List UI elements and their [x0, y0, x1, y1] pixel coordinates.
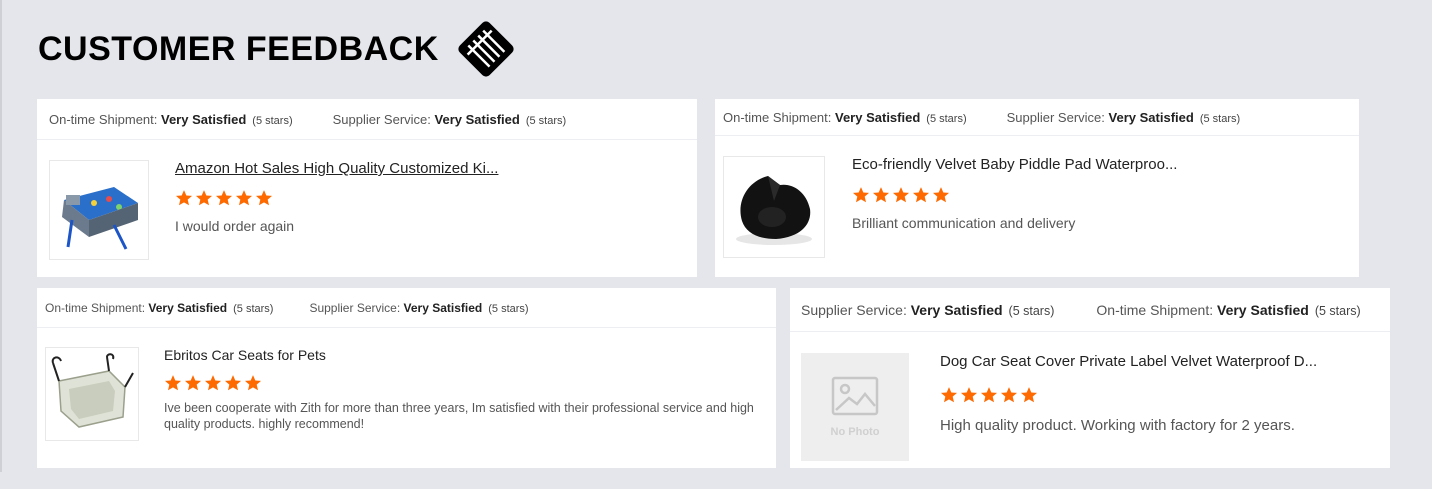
- shipment-metric: On-time Shipment: Very Satisfied (5 stars…: [45, 301, 273, 315]
- star-icon: [195, 190, 213, 206]
- star-icon: [215, 190, 233, 206]
- metric-value: Very Satisfied: [835, 109, 921, 125]
- page-header: CUSTOMER FEEDBACK: [38, 18, 521, 80]
- metric-value: Very Satisfied: [1108, 109, 1194, 125]
- service-metric: Supplier Service: Very Satisfied (5 stars…: [1007, 110, 1241, 125]
- star-icon: [932, 187, 950, 203]
- star-icon: [235, 190, 253, 206]
- metric-stars: (5 stars): [1314, 303, 1361, 318]
- product-title-link[interactable]: Dog Car Seat Cover Private Label Velvet …: [940, 353, 1317, 370]
- metric-value: Very Satisfied: [403, 300, 483, 315]
- metric-label: On-time Shipment:: [1096, 301, 1214, 318]
- product-thumbnail[interactable]: [49, 160, 149, 260]
- left-scrollbar[interactable]: [0, 0, 2, 472]
- star-icon: [960, 387, 978, 403]
- star-icon: [912, 187, 930, 203]
- feedback-card: On-time Shipment: Very Satisfied (5 stars…: [37, 99, 697, 277]
- metric-stars: (5 stars): [1008, 303, 1055, 318]
- star-icon: [1000, 387, 1018, 403]
- review-comment: Ive been cooperate with Zith for more th…: [164, 401, 754, 431]
- feedback-card: On-time Shipment: Very Satisfied (5 stars…: [37, 288, 776, 468]
- star-icon: [164, 375, 182, 391]
- star-icon: [255, 190, 273, 206]
- metric-label: Supplier Service:: [309, 300, 401, 315]
- metric-label: On-time Shipment:: [49, 111, 158, 127]
- metric-stars: (5 stars): [252, 114, 293, 127]
- shipment-metric: On-time Shipment: Very Satisfied (5 stars…: [723, 110, 967, 125]
- metric-value: Very Satisfied: [148, 300, 228, 315]
- product-thumbnail[interactable]: No Photo: [801, 353, 909, 461]
- metric-label: Supplier Service:: [332, 111, 431, 127]
- feedback-card: Supplier Service: Very Satisfied (5 stars…: [790, 288, 1390, 468]
- star-icon: [204, 375, 222, 391]
- handshake-icon: [458, 21, 514, 77]
- star-icon: [175, 190, 193, 206]
- rating-stars: [175, 189, 273, 207]
- product-title-link[interactable]: Eco-friendly Velvet Baby Piddle Pad Wate…: [852, 156, 1177, 173]
- star-icon: [852, 187, 870, 203]
- metric-stars: (5 stars): [926, 112, 967, 125]
- piddle-pad-icon: [736, 176, 812, 245]
- pet-car-seat-icon: [51, 353, 134, 428]
- metric-value: Very Satisfied: [910, 301, 1003, 318]
- service-metric: Supplier Service: Very Satisfied (5 stars…: [801, 302, 1054, 318]
- metric-value: Very Satisfied: [1217, 301, 1309, 318]
- product-thumbnail[interactable]: [723, 156, 825, 258]
- star-icon: [184, 375, 202, 391]
- star-icon: [980, 387, 998, 403]
- star-icon: [1020, 387, 1038, 403]
- card-metrics: On-time Shipment: Very Satisfied (5 stars…: [715, 99, 1359, 136]
- star-icon: [940, 387, 958, 403]
- star-icon: [224, 375, 242, 391]
- kids-travel-tray-icon: [62, 187, 138, 250]
- card-metrics: On-time Shipment: Very Satisfied (5 stars…: [37, 99, 697, 140]
- service-metric: Supplier Service: Very Satisfied (5 stars…: [309, 301, 528, 315]
- metric-label: On-time Shipment:: [45, 300, 146, 315]
- metric-label: Supplier Service:: [801, 301, 907, 318]
- metric-value: Very Satisfied: [434, 111, 520, 127]
- rating-stars: [940, 386, 1038, 404]
- metric-value: Very Satisfied: [161, 111, 247, 127]
- feedback-card: On-time Shipment: Very Satisfied (5 stars…: [715, 99, 1359, 277]
- no-photo-placeholder-icon: [831, 376, 879, 416]
- star-icon: [892, 187, 910, 203]
- card-metrics: On-time Shipment: Very Satisfied (5 stars…: [37, 288, 776, 328]
- metric-stars: (5 stars): [525, 114, 567, 127]
- rating-stars: [164, 374, 262, 392]
- product-title-link[interactable]: Ebritos Car Seats for Pets: [164, 347, 326, 363]
- service-metric: Supplier Service: Very Satisfied (5 stars…: [333, 112, 567, 127]
- review-comment: I would order again: [175, 218, 295, 234]
- review-comment: High quality product. Working with facto…: [940, 417, 1295, 434]
- metric-stars: (5 stars): [233, 302, 274, 315]
- no-photo-text: No Photo: [830, 426, 880, 438]
- review-comment: Brilliant communication and delivery: [852, 215, 1076, 231]
- metric-label: On-time Shipment:: [723, 109, 832, 125]
- metric-stars: (5 stars): [488, 302, 529, 315]
- product-title-link[interactable]: Amazon Hot Sales High Quality Customized…: [175, 160, 498, 177]
- shipment-metric: On-time Shipment: Very Satisfied (5 stars…: [1096, 302, 1360, 318]
- page-title: CUSTOMER FEEDBACK: [38, 29, 439, 68]
- star-icon: [244, 375, 262, 391]
- shipment-metric: On-time Shipment: Very Satisfied (5 stars…: [49, 112, 293, 127]
- metric-stars: (5 stars): [1199, 112, 1241, 125]
- rating-stars: [852, 186, 950, 204]
- star-icon: [872, 187, 890, 203]
- card-metrics: Supplier Service: Very Satisfied (5 stars…: [790, 288, 1390, 332]
- product-thumbnail[interactable]: [45, 347, 139, 441]
- metric-label: Supplier Service:: [1006, 109, 1105, 125]
